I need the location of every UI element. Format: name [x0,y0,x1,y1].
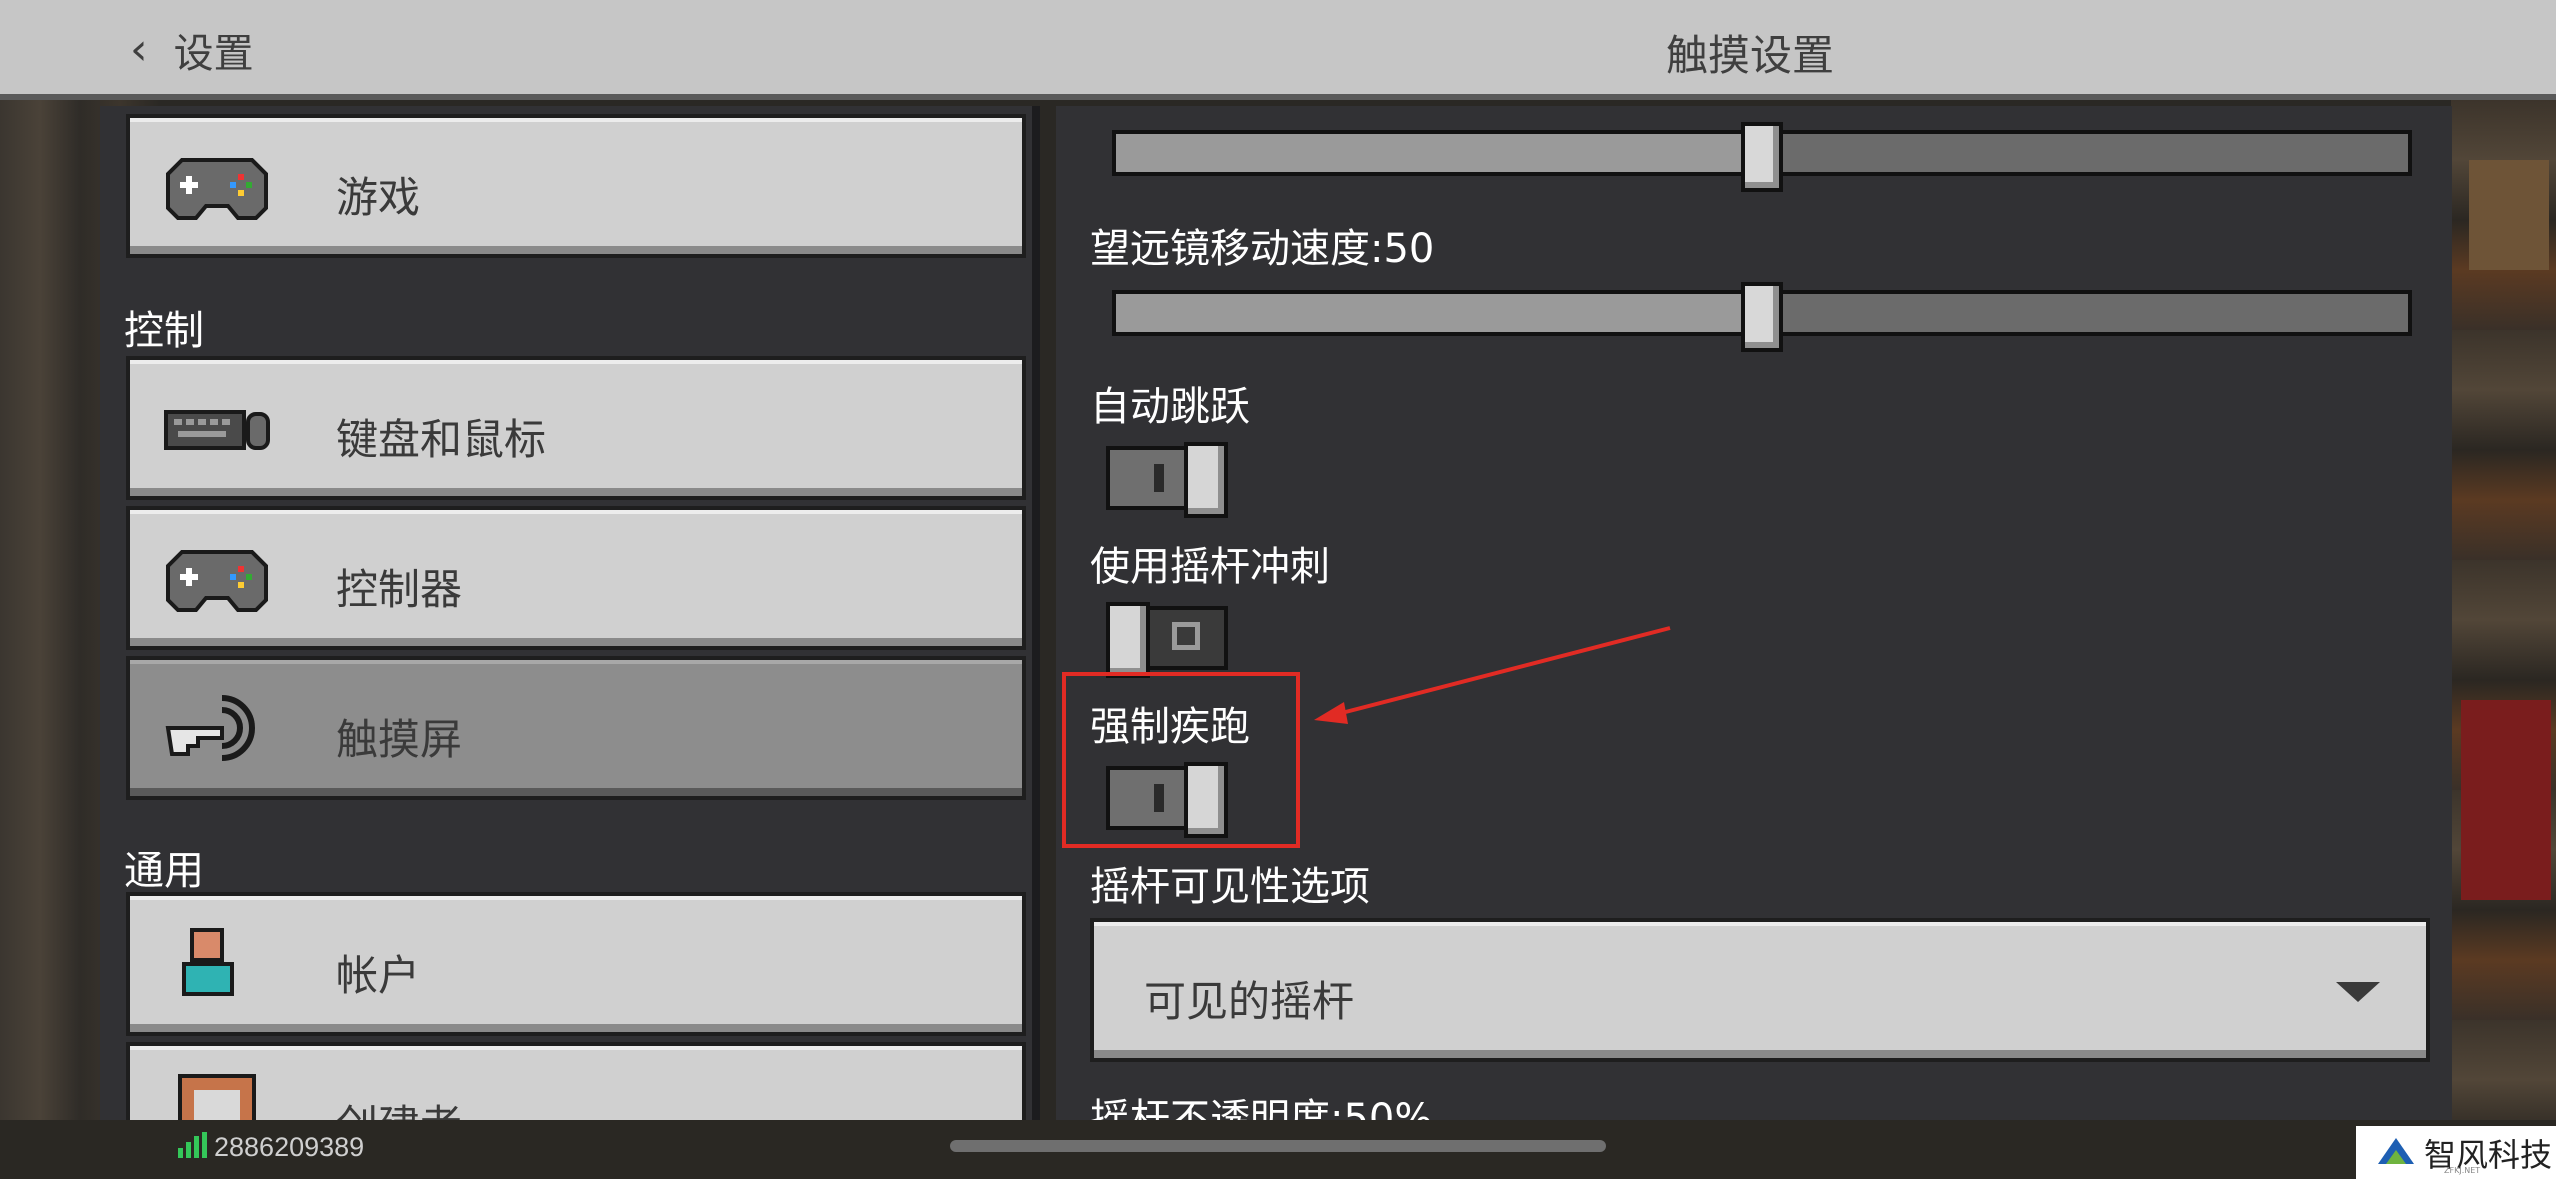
signal-icon [178,1132,207,1158]
touch-hand-icon [165,695,255,761]
sidebar-item-label: 游戏 [336,173,421,222]
slider-handle[interactable] [1741,122,1783,192]
creator-icon [178,1074,256,1120]
gamepad-icon [166,550,268,612]
sidebar-item-label: 帐户 [336,951,421,1000]
watermark-subtext: ZFKJ.NET [2444,1166,2481,1175]
annotation-highlight-box [1062,672,1300,848]
header-bar: ‹ 设置 触摸设置 [0,0,2556,100]
page-title: 触摸设置 [1665,31,1834,80]
joystick-sprint-label: 使用摇杆冲刺 [1090,544,1330,590]
dropdown-value: 可见的摇杆 [1144,977,1355,1026]
sidebar-item-label: 触摸屏 [336,715,463,764]
joystick-visibility-dropdown[interactable]: 可见的摇杆 [1090,918,2430,1062]
toggle-knob [1184,442,1228,518]
sidebar-item-creator[interactable]: 创建者 [126,1042,1026,1120]
slider-handle[interactable] [1741,282,1783,352]
sidebar-item-label: 控制器 [336,565,463,614]
joystick-visibility-label: 摇杆可见性选项 [1090,864,1370,910]
auto-jump-label: 自动跳跃 [1090,384,1250,430]
account-icon [182,928,234,996]
sidebar-item-label: 键盘和鼠标 [336,415,547,464]
sidebar-item-account[interactable]: 帐户 [126,892,1026,1036]
section-title-general: 通用 [124,848,204,894]
settings-sidebar[interactable]: 游戏 控制 键盘和鼠标 控制器 触摸屏 通用 帐户 [100,106,1040,1120]
logo-icon [2378,1138,2414,1164]
slider-fill [1116,134,1762,172]
sidebar-item-touchscreen[interactable]: 触摸屏 [126,656,1026,800]
toggle-knob [1106,602,1150,678]
section-title-controls: 控制 [124,308,204,354]
chevron-left-icon: ‹ [130,24,148,75]
joystick-opacity-label: 摇杆不透明度:50% [1090,1096,1433,1120]
home-indicator[interactable] [950,1140,1606,1152]
watermark-logo: 智风科技 ZFKJ.NET [2356,1126,2556,1179]
keyboard-mouse-icon [164,410,270,450]
sidebar-item-keyboard-mouse[interactable]: 键盘和鼠标 [126,356,1026,500]
toggle-on-mark [1154,464,1164,492]
spyglass-speed-label: 望远镜移动速度:50 [1090,226,1435,272]
joystick-sprint-toggle[interactable] [1106,602,1228,678]
settings-panel[interactable]: 望远镜移动速度:50 自动跳跃 使用摇杆冲刺 强制疾跑 摇杆可见性选项 可见的摇… [1056,106,2452,1120]
sidebar-item-game[interactable]: 游戏 [126,114,1026,258]
room-id-text: 2886209389 [214,1132,365,1162]
spyglass-speed-slider[interactable] [1112,282,2412,352]
game-world-right-edge [2451,100,2556,1120]
auto-jump-toggle[interactable] [1106,442,1228,518]
sidebar-item-label: 创建者 [336,1092,462,1120]
annotation-arrow-icon [1314,626,1671,724]
gamepad-icon [166,158,268,220]
sidebar-item-controller[interactable]: 控制器 [126,506,1026,650]
dropdown-arrow-icon [2336,982,2380,1002]
back-button[interactable]: ‹ 设置 [130,22,254,78]
slider-fill [1116,294,1762,332]
back-label: 设置 [173,31,254,77]
top-slider[interactable] [1112,122,2412,192]
toggle-off-mark [1172,622,1200,650]
